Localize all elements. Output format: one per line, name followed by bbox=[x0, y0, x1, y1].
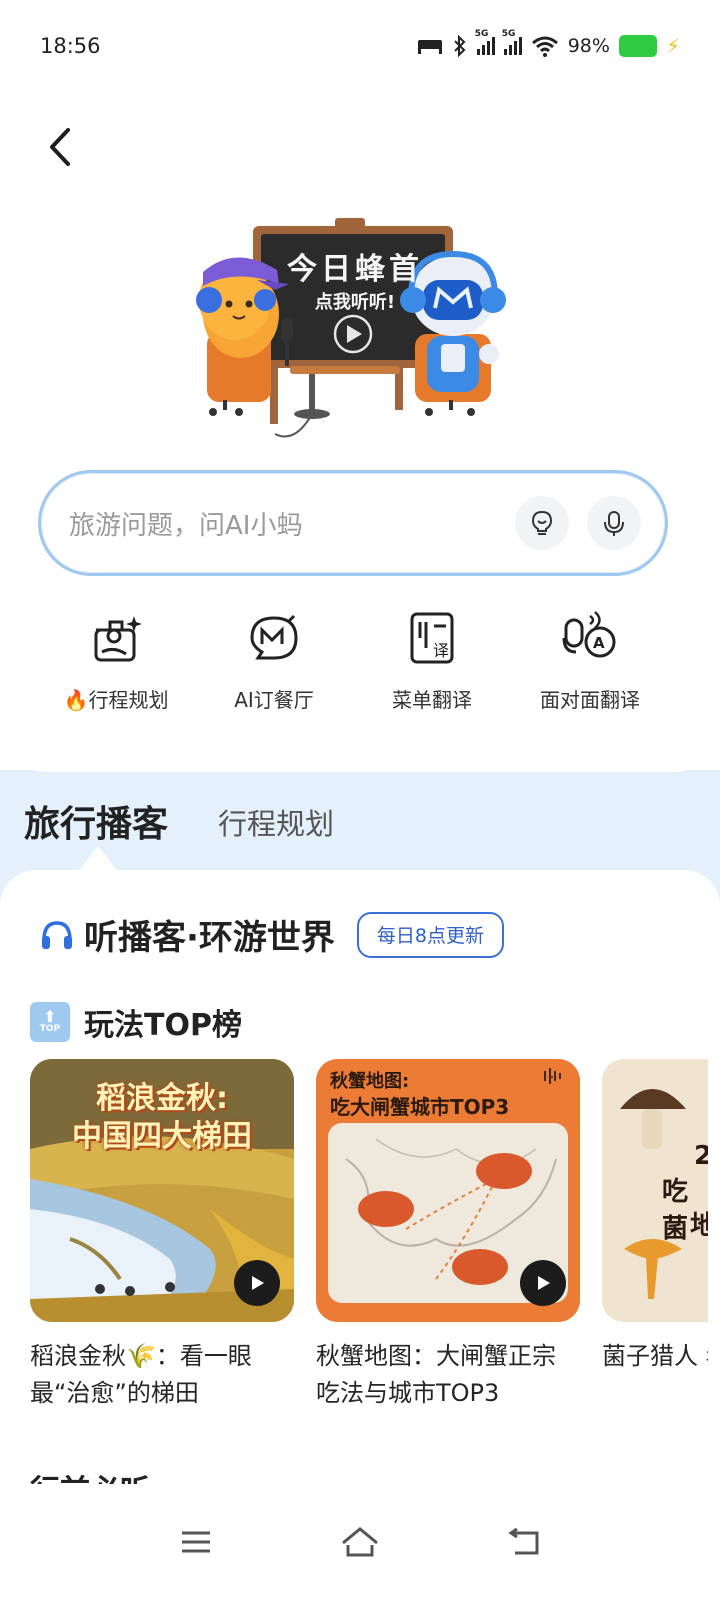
menu-icon bbox=[182, 1531, 210, 1553]
tool-label: 🔥行程规划 bbox=[63, 688, 169, 712]
top-list-title: 玩法TOP榜 bbox=[84, 1008, 242, 1043]
tab-indicator bbox=[78, 846, 118, 872]
card-cover: 秋蟹地图: 吃大闸蟹城市TOP3 bbox=[316, 1059, 580, 1322]
network-type-1: 5G bbox=[474, 29, 489, 39]
charging-icon: ⚡ bbox=[665, 34, 680, 58]
podcast-hero-banner[interactable]: 今日蜂首 点我听听! bbox=[195, 214, 515, 446]
top-icon-text: TOP bbox=[39, 1024, 61, 1034]
nav-home-button[interactable] bbox=[338, 1520, 382, 1564]
tool-ai-restaurant[interactable]: AI订餐厅 bbox=[195, 608, 353, 713]
podcast-card-terraces[interactable]: 稻浪金秋: 中国四大梯田 稻浪金秋🌾：看一眼 最“治愈”的梯田 bbox=[30, 1059, 294, 1412]
back-icon bbox=[508, 1527, 539, 1555]
cover-title-line2: 中国四大梯田 bbox=[72, 1119, 252, 1154]
network-type-2: 5G bbox=[501, 29, 516, 39]
top-list-header: ⬆ TOP 玩法TOP榜 bbox=[30, 1000, 242, 1044]
hero-board-line1: 今日蜂首 bbox=[287, 252, 423, 287]
headphones-icon bbox=[42, 920, 72, 949]
microphone-icon bbox=[604, 511, 624, 536]
voice-translate-icon: A bbox=[562, 611, 616, 658]
tool-label: AI订餐厅 bbox=[234, 688, 314, 712]
nav-menu-button[interactable] bbox=[174, 1520, 218, 1564]
menu-translate-icon: 译 bbox=[410, 612, 454, 664]
cover-title-line2: 吃大闸蟹城市TOP3 bbox=[330, 1095, 510, 1119]
status-bar: 18:56 5G 5G 98% ⚡ bbox=[0, 0, 720, 92]
svg-text:译: 译 bbox=[433, 641, 449, 660]
status-time: 18:56 bbox=[40, 34, 101, 58]
chevron-left-icon bbox=[50, 128, 70, 166]
play-button[interactable] bbox=[234, 1260, 280, 1306]
card-cover: 2 吃菌 地 bbox=[602, 1059, 708, 1322]
hero-board-line2: 点我听听! bbox=[314, 292, 396, 313]
lightbulb-icon bbox=[531, 510, 553, 535]
voice-input-button[interactable] bbox=[587, 496, 641, 550]
tool-label: 面对面翻译 bbox=[540, 688, 640, 712]
tool-label: 菜单翻译 bbox=[392, 688, 472, 712]
ai-search-bar[interactable]: 旅游问题，问AI小蚂 bbox=[38, 470, 668, 576]
status-icons: 5G 5G 98% ⚡ bbox=[417, 29, 680, 58]
battery-percent: 98% bbox=[567, 35, 610, 57]
card-title: 菌子猎人 年最鲜目 bbox=[602, 1342, 708, 1370]
battery-icon bbox=[618, 35, 657, 57]
system-nav-bar bbox=[0, 1484, 720, 1600]
wifi-icon bbox=[531, 36, 558, 57]
podcast-header: 听播客·环游世界 每日8点更新 bbox=[40, 910, 505, 959]
podcast-card-crab[interactable]: 秋蟹地图: 吃大闸蟹城市TOP3 秋蟹地图：大闸蟹正宗 吃法与城市TOP3 bbox=[316, 1059, 580, 1412]
itinerary-icon bbox=[94, 616, 142, 662]
restaurant-bot-icon bbox=[250, 614, 298, 660]
next-section-title: 行前必听 bbox=[30, 1466, 150, 1486]
card-cover: 稻浪金秋: 中国四大梯田 bbox=[30, 1059, 294, 1322]
card-title: 秋蟹地图：大闸蟹正宗 吃法与城市TOP3 bbox=[316, 1342, 556, 1407]
card-title: 稻浪金秋🌾：看一眼 最“治愈”的梯田 bbox=[30, 1342, 252, 1407]
play-icon bbox=[538, 1276, 550, 1290]
podcast-card-mushroom[interactable]: 2 吃菌 地 菌子猎人 年最鲜目 bbox=[602, 1059, 708, 1375]
back-button[interactable] bbox=[40, 122, 84, 172]
update-badge: 每日8点更新 bbox=[356, 911, 505, 958]
signal-icon: 5G bbox=[475, 29, 495, 55]
signal-icon: 5G bbox=[502, 29, 522, 55]
tab-travel-podcast[interactable]: 旅行播客 bbox=[24, 795, 168, 847]
play-icon bbox=[252, 1276, 264, 1290]
top-arrow-icon: ⬆ TOP bbox=[30, 1002, 70, 1042]
cover-title-line1: 2 bbox=[694, 1141, 708, 1171]
tab-itinerary[interactable]: 行程规划 bbox=[218, 801, 334, 843]
home-icon bbox=[342, 1527, 378, 1557]
bed-icon bbox=[417, 40, 442, 54]
bluetooth-icon bbox=[454, 35, 466, 57]
quick-tools: 🔥行程规划 AI订餐厅 译 菜单翻译 A 面对面翻译 bbox=[0, 608, 720, 713]
tool-menu-translate[interactable]: 译 菜单翻译 bbox=[353, 608, 511, 713]
search-input[interactable]: 旅游问题，问AI小蚂 bbox=[69, 505, 497, 542]
tool-itinerary[interactable]: 🔥行程规划 bbox=[37, 608, 195, 713]
inspiration-button[interactable] bbox=[515, 496, 569, 550]
nav-back-button[interactable] bbox=[502, 1520, 546, 1564]
cover-title-line1: 秋蟹地图: bbox=[330, 1071, 410, 1092]
cover-title-line3: 地 bbox=[690, 1211, 708, 1241]
podcast-title: 听播客·环游世界 bbox=[84, 918, 335, 958]
tool-face-translate[interactable]: A 面对面翻译 bbox=[511, 608, 669, 713]
svg-text:A: A bbox=[593, 634, 605, 652]
play-button[interactable] bbox=[520, 1260, 566, 1306]
